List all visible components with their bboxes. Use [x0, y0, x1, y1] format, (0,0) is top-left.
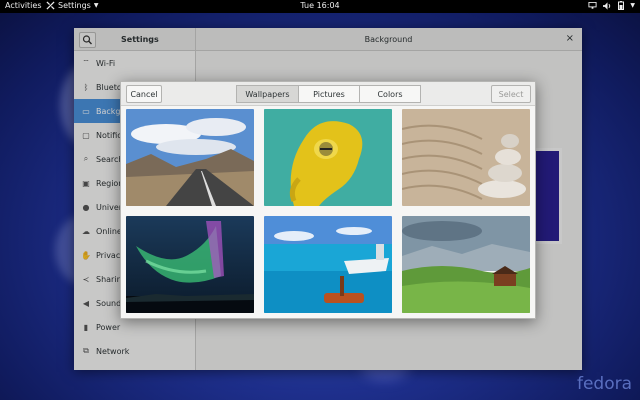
wallpaper-thumbnail-tropical-water[interactable]	[264, 216, 392, 313]
tab-pictures[interactable]: Pictures	[298, 85, 360, 103]
battery-icon	[618, 1, 625, 10]
network-icon	[588, 1, 597, 9]
select-button[interactable]: Select	[491, 85, 531, 103]
volume-icon	[603, 1, 611, 10]
top-bar: Activities Settings ▼ Tue 16:04 ▼	[0, 0, 640, 13]
wallpaper-thumbnail-aurora[interactable]	[126, 216, 254, 313]
fedora-logo: fedora	[576, 374, 632, 394]
dialog-header: Cancel Wallpapers Pictures Colors Select	[121, 82, 535, 106]
tab-switcher: Wallpapers Pictures Colors	[236, 85, 421, 103]
tab-wallpapers[interactable]: Wallpapers	[236, 85, 299, 103]
wallpaper-thumbnail-frog[interactable]	[264, 109, 392, 206]
clock[interactable]: Tue 16:04	[0, 1, 640, 10]
system-menu-chevron-icon: ▼	[630, 2, 635, 9]
tab-colors[interactable]: Colors	[359, 85, 421, 103]
cancel-button[interactable]: Cancel	[126, 85, 162, 103]
wallpaper-thumbnail-zen-stones[interactable]	[402, 109, 530, 206]
system-tray[interactable]: ▼	[588, 1, 635, 10]
wallpaper-grid	[126, 109, 530, 313]
wallpaper-chooser-dialog: Cancel Wallpapers Pictures Colors Select	[120, 81, 536, 319]
wallpaper-thumbnail-road[interactable]	[126, 109, 254, 206]
wallpaper-thumbnail-green-valley[interactable]	[402, 216, 530, 313]
